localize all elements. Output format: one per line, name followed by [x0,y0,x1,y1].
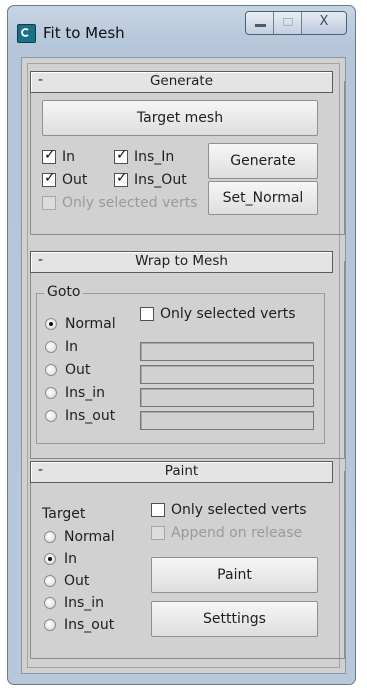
checkbox-box [114,170,128,187]
maximize-icon [283,18,293,26]
radio-dot [45,341,57,353]
minimize-button[interactable] [246,12,274,34]
checkbox-label: Only selected verts [160,306,296,322]
wrap-rollout-title: Wrap to Mesh [135,253,228,269]
generate-rollout-header[interactable]: - Generate [30,71,333,93]
radio-label: Out [64,573,90,589]
paint-in-radio[interactable]: In [44,551,77,567]
radio-dot [45,318,57,330]
goto-group: Goto Only selected verts Normal In Out I… [36,284,325,444]
target-label: Target [42,506,86,522]
target-mesh-button[interactable]: Target mesh [42,100,318,136]
checkbox-box [42,170,56,187]
in-checkbox[interactable]: In [42,147,76,165]
checkbox-box [42,147,56,164]
goto-ins-out-radio[interactable]: Ins_out [45,408,115,424]
close-icon: X [319,14,329,29]
radio-dot [45,410,57,422]
paint-rollout-header[interactable]: - Paint [30,461,333,483]
caption-buttons: X [245,11,347,35]
checkbox-box [114,147,128,164]
radio-dot [44,531,56,543]
paint-out-radio[interactable]: Out [44,573,89,589]
generate-button[interactable]: Generate [208,143,318,179]
paint-rollout-title: Paint [164,463,199,479]
checkbox-label: Append on release [171,525,303,541]
generate-rollout-title: Generate [149,73,214,89]
radio-label: Ins_in [64,595,105,611]
radio-dot [45,387,57,399]
paint-normal-radio[interactable]: Normal [44,529,115,545]
radio-label: Ins_out [65,408,116,424]
wrap-only-selected-checkbox[interactable]: Only selected verts [140,306,296,322]
maximize-button[interactable] [274,12,302,34]
app-icon [17,24,36,43]
checkbox-box [151,526,165,540]
goto-in-radio[interactable]: In [45,339,78,355]
goto-ins-in-radio[interactable]: Ins_in [45,385,105,401]
fit-to-mesh-window: Fit to Mesh X - Generate Target mesh In … [7,5,356,685]
append-on-release-checkbox[interactable]: Append on release [151,525,302,541]
checkbox-label: Only selected verts [171,502,307,518]
window-title: Fit to Mesh [43,24,125,42]
goto-ins-out-field[interactable] [140,411,314,430]
checkbox-label: In [62,149,76,165]
ins-out-checkbox[interactable]: Ins_Out [114,170,187,188]
radio-label: Ins_in [65,385,106,401]
radio-label: In [65,339,79,355]
close-button[interactable]: X [302,12,346,34]
out-checkbox[interactable]: Out [42,170,88,188]
radio-dot [45,364,57,376]
checkbox-box [140,307,154,321]
ins-in-checkbox[interactable]: Ins_In [114,147,175,165]
wrap-to-mesh-rollout: - Wrap to Mesh Goto Only selected verts … [30,251,345,459]
checkbox-box [42,196,56,210]
wrap-rollout-header[interactable]: - Wrap to Mesh [30,251,333,273]
radio-dot [44,597,56,609]
client-area: - Generate Target mesh In Ins_In Out Ins… [21,57,346,674]
paint-ins-in-radio[interactable]: Ins_in [44,595,104,611]
paint-button[interactable]: Paint [151,557,318,593]
rollout-container: - Generate Target mesh In Ins_In Out Ins… [27,63,345,668]
radio-dot [44,575,56,587]
goto-out-radio[interactable]: Out [45,362,90,378]
only-selected-verts-checkbox[interactable]: Only selected verts [42,195,198,211]
goto-in-field[interactable] [140,342,314,361]
paint-rollout: - Paint Target Normal In Out Ins_in Ins_… [30,461,345,659]
goto-normal-radio[interactable]: Normal [45,316,116,332]
checkbox-box [151,503,165,517]
checkbox-label: Out [62,172,88,188]
radio-dot [44,619,56,631]
radio-label: Out [65,362,91,378]
checkbox-label: Only selected verts [62,195,198,211]
set-normal-button[interactable]: Set_Normal [208,181,318,215]
goto-out-field[interactable] [140,365,314,384]
generate-rollout: - Generate Target mesh In Ins_In Out Ins… [30,71,345,235]
radio-label: In [64,551,78,567]
checkbox-label: Ins_In [134,149,175,165]
title-bar[interactable]: Fit to Mesh X [8,6,355,56]
paint-only-selected-checkbox[interactable]: Only selected verts [151,502,307,518]
paint-ins-out-radio[interactable]: Ins_out [44,617,114,633]
radio-dot [44,553,56,565]
goto-ins-in-field[interactable] [140,388,314,407]
radio-label: Normal [65,316,116,332]
checkbox-label: Ins_Out [134,172,187,188]
radio-label: Ins_out [64,617,115,633]
settings-button[interactable]: Setttings [151,601,318,637]
goto-label: Goto [44,284,84,300]
minimize-icon [255,24,266,27]
radio-label: Normal [64,529,115,545]
